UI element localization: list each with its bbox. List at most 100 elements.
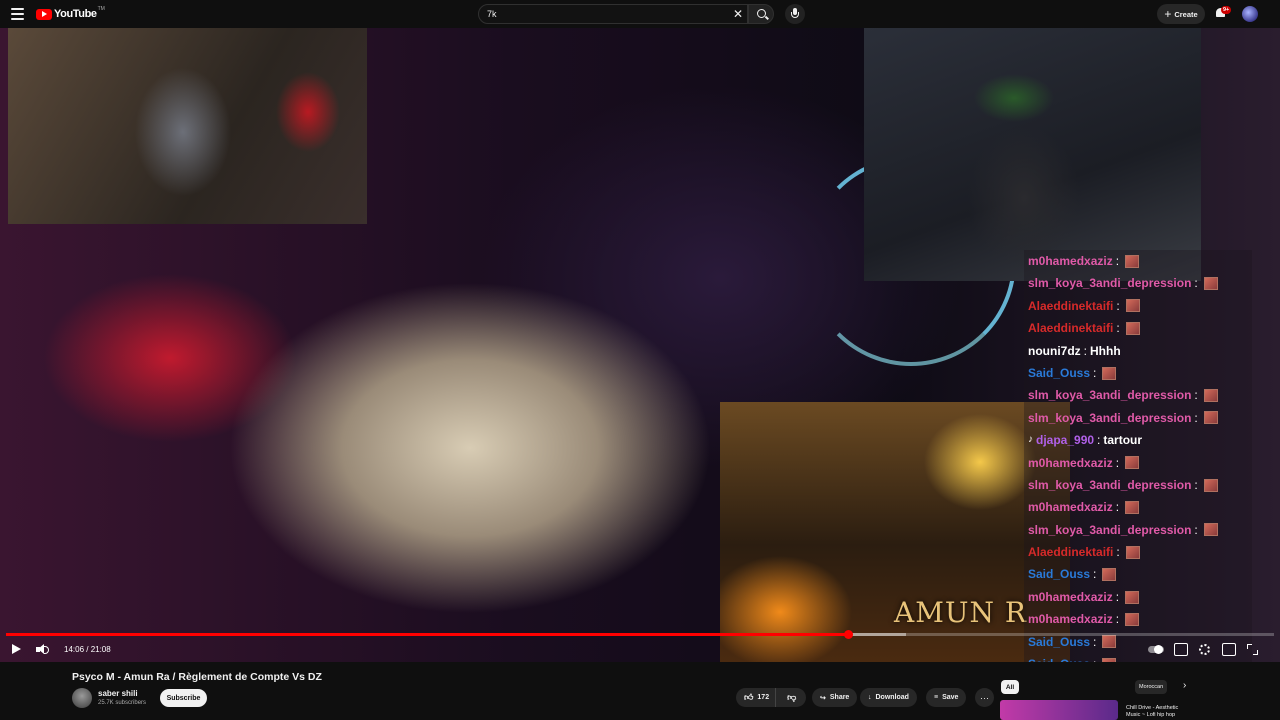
chat-emote-icon xyxy=(1102,366,1117,380)
chip-all[interactable]: All xyxy=(1001,680,1019,694)
account-avatar[interactable] xyxy=(1242,6,1258,22)
chat-emote-icon xyxy=(1203,277,1218,291)
chat-separator: : xyxy=(1194,388,1198,403)
volume-button[interactable] xyxy=(35,643,49,657)
chat-separator: : xyxy=(1115,612,1120,627)
recommended-title[interactable]: Chill Drive - Aesthetic Music ~ Lofi hip… xyxy=(1126,705,1186,719)
chat-separator: : xyxy=(1115,254,1120,268)
youtube-play-icon xyxy=(36,8,52,20)
chat-username[interactable]: m0hamedxaziz xyxy=(1028,250,1113,272)
chat-message: m0hamedxaziz: xyxy=(1024,250,1252,272)
chat-username[interactable]: Said_Ouss xyxy=(1028,362,1090,384)
chat-username[interactable]: Said_Ouss xyxy=(1028,563,1090,585)
create-label: Create xyxy=(1174,9,1198,19)
chat-emote-icon xyxy=(1125,254,1140,268)
chat-username[interactable]: Alaeddinektaifi xyxy=(1028,317,1113,339)
video-title: Psyco M - Amun Ra / Règlement de Compte … xyxy=(72,671,322,683)
like-count: 172 xyxy=(757,694,770,701)
channel-name[interactable]: saber shili xyxy=(98,689,138,698)
chat-message: slm_koya_3andi_depression: xyxy=(1024,384,1252,406)
search-value[interactable]: 7k xyxy=(487,9,497,19)
download-icon: ↓ xyxy=(868,694,872,701)
sound-wave xyxy=(44,646,49,654)
chat-separator: : xyxy=(1115,455,1120,470)
chat-username[interactable]: slm_koya_3andi_depression xyxy=(1028,407,1191,429)
chip-moroccan[interactable]: Moroccan xyxy=(1135,680,1168,694)
chat-message: m0hamedxaziz: xyxy=(1024,608,1252,630)
download-label: Download xyxy=(875,694,909,701)
download-button[interactable]: ↓ Download xyxy=(860,688,917,707)
youtube-logo[interactable]: YouTube TM xyxy=(36,6,105,21)
music-note-icon: ♪ xyxy=(1028,434,1033,446)
progress-played xyxy=(6,633,848,636)
menu-icon[interactable] xyxy=(11,8,24,20)
webcam-left xyxy=(8,28,367,224)
chat-separator: : xyxy=(1194,522,1198,537)
voice-search-button[interactable] xyxy=(785,4,805,24)
thumbs-down-icon: 👎︎ xyxy=(787,692,797,702)
chat-username[interactable]: m0hamedxaziz xyxy=(1028,452,1113,474)
chat-separator: : xyxy=(1093,567,1097,582)
channel-avatar[interactable] xyxy=(72,688,92,708)
progress-bar[interactable] xyxy=(6,630,1274,639)
chat-emote-icon xyxy=(1203,389,1218,403)
subscriber-count: 25.7K subscribers xyxy=(98,700,147,706)
chat-overlay: m0hamedxaziz: slm_koya_3andi_depression: A… xyxy=(1024,250,1252,662)
save-label: Save xyxy=(942,694,959,701)
chat-username[interactable]: Alaeddinektaifi xyxy=(1028,541,1113,563)
chat-emote-icon xyxy=(1102,568,1117,582)
chat-username[interactable]: m0hamedxaziz xyxy=(1028,496,1113,518)
like-button[interactable]: 👍︎ 172 xyxy=(736,688,777,707)
share-button[interactable]: ↪ Share xyxy=(812,688,858,707)
chat-username[interactable]: m0hamedxaziz xyxy=(1028,608,1113,630)
chat-separator: : xyxy=(1194,477,1198,492)
chat-message: m0hamedxaziz: xyxy=(1024,452,1252,474)
plus-icon: + xyxy=(1164,7,1172,21)
dislike-button[interactable]: 👎︎ xyxy=(780,688,796,707)
search-icon xyxy=(757,9,766,18)
subscribe-button[interactable]: Subscribe xyxy=(160,689,207,707)
chat-message: slm_koya_3andi_depression: xyxy=(1024,272,1252,294)
more-actions-button[interactable]: ··· xyxy=(975,688,994,707)
chat-username[interactable]: djapa_990 xyxy=(1036,429,1094,451)
create-button[interactable]: + Create xyxy=(1157,4,1205,24)
search-input[interactable]: 7k ✕ xyxy=(478,4,748,24)
autoplay-toggle[interactable] xyxy=(1148,645,1164,654)
chat-emote-icon xyxy=(1203,478,1218,492)
chat-username[interactable]: slm_koya_3andi_depression xyxy=(1028,519,1191,541)
chat-message: slm_koya_3andi_depression: xyxy=(1024,407,1252,429)
save-button[interactable]: ≡ Save xyxy=(926,688,967,707)
theater-mode-icon[interactable] xyxy=(1222,643,1236,656)
recommended-thumbnail[interactable] xyxy=(1000,700,1118,720)
player-controls: 14:06 / 21:08 xyxy=(0,638,1280,662)
chat-message: Alaeddinektaifi: xyxy=(1024,295,1252,317)
chat-username[interactable]: m0hamedxaziz xyxy=(1028,586,1113,608)
close-icon[interactable]: ✕ xyxy=(733,7,743,21)
fullscreen-icon[interactable] xyxy=(1247,644,1258,655)
captions-icon[interactable] xyxy=(1174,643,1188,656)
chat-username[interactable]: slm_koya_3andi_depression xyxy=(1028,384,1191,406)
video-player[interactable]: AMUN R m0hamedxaziz: slm_koya_3andi_depre… xyxy=(0,28,1280,662)
chevron-right-icon[interactable]: › xyxy=(1183,680,1186,691)
chat-text: Hhhh xyxy=(1090,343,1121,358)
chat-separator: : xyxy=(1194,276,1198,291)
microphone-icon xyxy=(791,8,799,18)
settings-gear-icon[interactable] xyxy=(1199,644,1210,655)
chat-emote-icon xyxy=(1125,500,1140,514)
chat-separator: : xyxy=(1093,365,1097,380)
chat-username[interactable]: slm_koya_3andi_depression xyxy=(1028,474,1191,496)
chat-emote-icon xyxy=(1125,612,1140,626)
chat-message: Said_Ouss: xyxy=(1024,563,1252,585)
chat-emote-icon xyxy=(1125,545,1140,559)
chat-emote-icon xyxy=(1125,456,1140,470)
save-icon: ≡ xyxy=(934,694,939,701)
chat-username[interactable]: nouni7dz xyxy=(1028,340,1081,362)
chat-username[interactable]: slm_koya_3andi_depression xyxy=(1028,272,1191,294)
chat-separator: : xyxy=(1116,321,1120,336)
chat-username[interactable]: Alaeddinektaifi xyxy=(1028,295,1113,317)
chat-message: nouni7dz: Hhhh xyxy=(1024,340,1252,362)
chat-separator: : xyxy=(1116,545,1120,560)
chat-emote-icon xyxy=(1203,523,1218,537)
search-button[interactable] xyxy=(748,4,774,24)
play-button[interactable] xyxy=(10,643,24,657)
